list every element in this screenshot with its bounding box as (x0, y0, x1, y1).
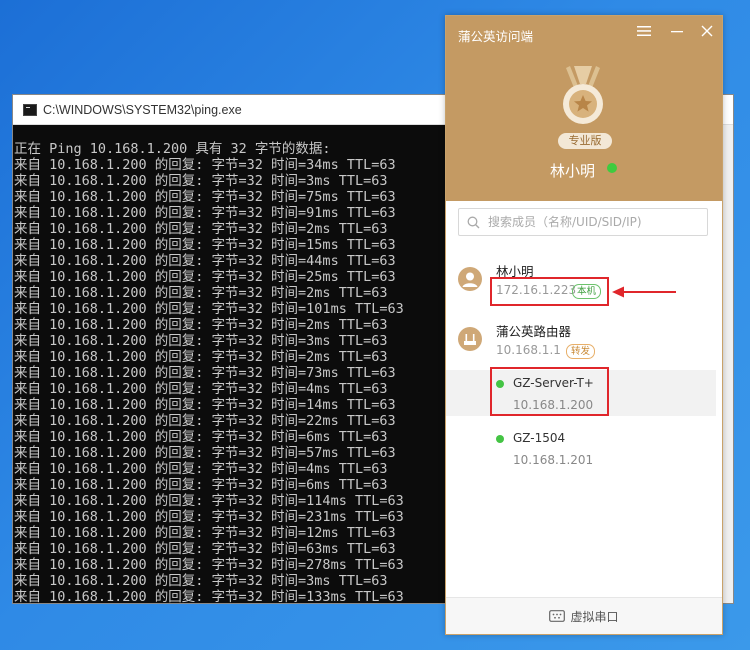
member-search-box[interactable] (458, 208, 708, 236)
member-item-router[interactable]: 蒲公英路由器 10.168.1.1 转发 (446, 321, 722, 375)
local-tag: 本机 (572, 284, 602, 299)
member-name: 蒲公英路由器 (496, 324, 572, 339)
desktop-background: C:\WINDOWS\SYSTEM32\ping.exe 正在 Ping 10.… (0, 0, 750, 650)
virtual-serial-button[interactable]: 虚拟串口 (446, 597, 722, 634)
device-name: GZ-1504 (513, 431, 566, 445)
device-name: GZ-Server-T+ (513, 376, 594, 390)
member-ip: 172.16.1.223 (496, 283, 577, 297)
device-ip: 10.168.1.200 (513, 398, 594, 412)
member-name: 林小明 (496, 264, 534, 279)
console-title: C:\WINDOWS\SYSTEM32\ping.exe (43, 102, 242, 117)
member-item-self[interactable]: 林小明 172.16.1.223 本机 (446, 261, 722, 315)
close-icon[interactable] (698, 24, 716, 42)
device-ip: 10.168.1.201 (513, 453, 594, 467)
current-user-name: 林小明 (550, 162, 596, 180)
router-avatar-icon (458, 327, 482, 351)
pgy-visitor-window[interactable]: 蒲公英访问端 专业版 林小明 搜索成员（名称/UID/SID/IP) 林小明 1… (445, 15, 723, 635)
device-item-gz-1504[interactable]: GZ-1504 10.168.1.201 (446, 425, 716, 471)
member-ip: 10.168.1.1 (496, 343, 561, 357)
device-item-gz-server[interactable]: GZ-Server-T+ 10.168.1.200 (446, 370, 716, 416)
search-icon (467, 216, 480, 228)
virtual-serial-label: 虚拟串口 (570, 609, 619, 624)
serial-port-icon (549, 610, 566, 622)
online-status-icon (607, 163, 617, 173)
app-header: 蒲公英访问端 专业版 林小明 (446, 16, 722, 201)
medal-icon (563, 66, 603, 124)
relay-tag: 转发 (566, 344, 596, 359)
online-dot-icon (496, 380, 504, 388)
user-avatar-icon (458, 267, 482, 291)
pro-edition-badge: 专业版 (558, 133, 612, 149)
menu-icon[interactable] (635, 24, 653, 42)
annotation-arrow-icon (612, 286, 676, 298)
minimize-icon[interactable] (668, 24, 686, 42)
app-scrollbar[interactable] (716, 201, 722, 598)
cmd-icon (23, 103, 37, 116)
online-dot-icon (496, 435, 504, 443)
app-title: 蒲公英访问端 (458, 29, 534, 44)
search-input[interactable] (486, 214, 700, 230)
